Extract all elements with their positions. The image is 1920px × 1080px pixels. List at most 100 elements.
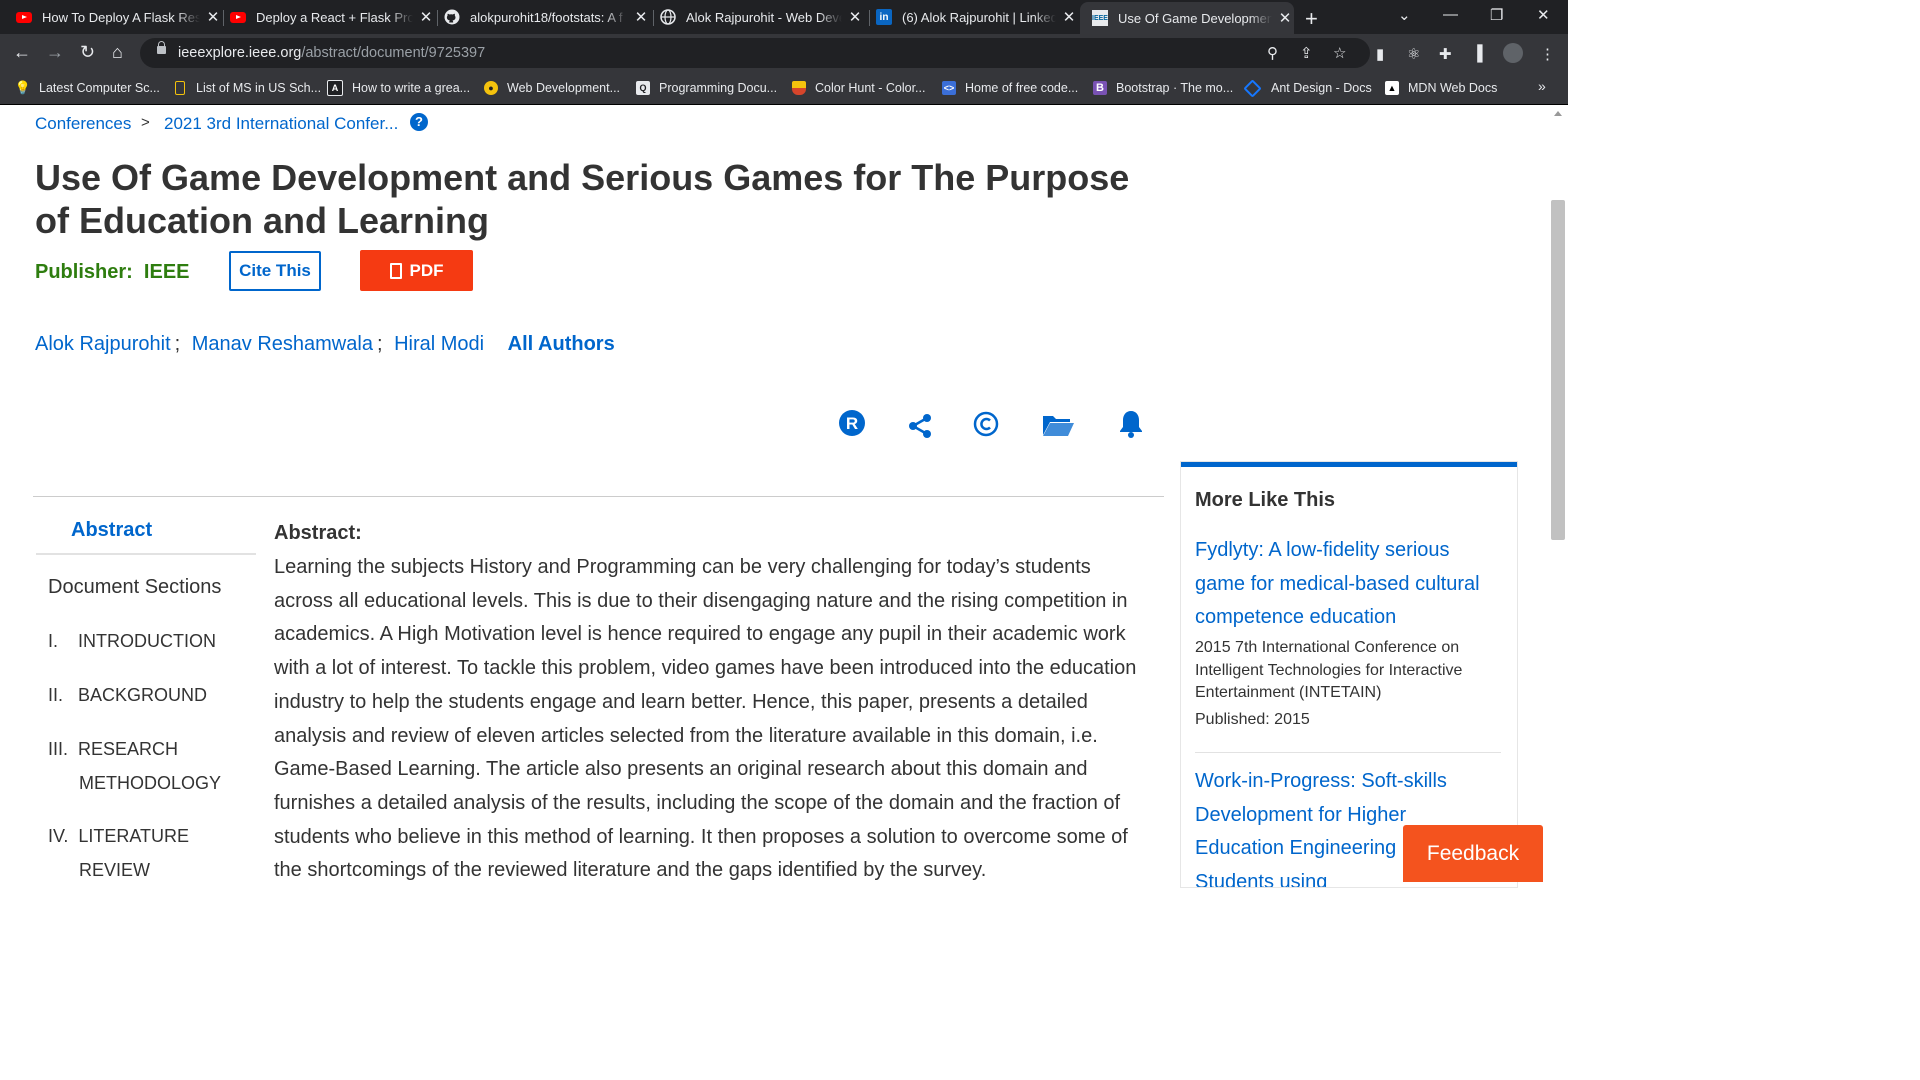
globe-icon	[660, 9, 676, 25]
scroll-up-icon[interactable]	[1554, 111, 1562, 116]
close-tab-icon[interactable]: ✕	[1060, 8, 1078, 26]
tab-search-icon[interactable]: ⌄	[1398, 6, 1411, 24]
publisher-label: Publisher:	[35, 261, 133, 283]
share-icon[interactable]	[908, 413, 932, 444]
tab-title: How To Deploy A Flask Rest	[42, 9, 200, 25]
rights-icon[interactable]: R	[838, 409, 866, 442]
bookmark-item[interactable]: Color Hunt - Color...	[792, 79, 925, 97]
sidebar-section-background[interactable]: II. BACKGROUND	[48, 678, 207, 712]
page-scrollbar[interactable]	[1548, 105, 1568, 882]
doc-icon: Q	[636, 81, 650, 95]
ieee-icon: IEEE	[1092, 10, 1108, 26]
close-tab-icon[interactable]: ✕	[632, 8, 650, 26]
circle-icon: ●	[484, 81, 498, 95]
abstract-heading: Abstract:	[274, 522, 362, 544]
related-article-link[interactable]: Fydlyty: A low-fidelity serious game for…	[1195, 534, 1490, 635]
bookmark-item[interactable]: List of MS in US Sch...	[172, 79, 321, 97]
bookmark-item[interactable]: Ant Design - Docs	[1243, 78, 1372, 98]
bookmark-item[interactable]: B Bootstrap · The mo...	[1093, 79, 1233, 97]
tab-title: Use Of Game Development	[1118, 10, 1272, 26]
extension-icon[interactable]: ▮	[1376, 45, 1384, 63]
close-window-icon[interactable]: ✕	[1537, 6, 1550, 24]
pdf-icon	[389, 262, 402, 279]
abstract-text: Learning the subjects History and Progra…	[274, 556, 1137, 882]
publisher: Publisher: IEEE	[35, 261, 190, 284]
lock-icon[interactable]	[157, 41, 166, 54]
related-article-conference: 2015 7th International Conference on Int…	[1195, 639, 1463, 702]
sidebar-section-introduction[interactable]: I. INTRODUCTION	[48, 624, 216, 658]
close-tab-icon[interactable]: ✕	[846, 8, 864, 26]
sidebar-section-literature-review[interactable]: IV. LITERATURE REVIEW	[48, 819, 189, 887]
new-tab-button[interactable]: +	[1305, 6, 1318, 32]
breadcrumb-conference-name[interactable]: 2021 3rd International Confer...	[164, 114, 398, 134]
side-panel-icon[interactable]: ▐	[1472, 45, 1483, 62]
browser-tab[interactable]: alokpurohit18/footstats: A f ✕	[442, 2, 650, 32]
browser-toolbar: ← → ↻ ⌂ ieeexplore.ieee.org/abstract/doc…	[0, 34, 1568, 72]
back-icon[interactable]: ←	[13, 42, 31, 63]
publisher-name: IEEE	[143, 261, 190, 283]
browser-tab[interactable]: How To Deploy A Flask Rest ✕	[14, 2, 222, 32]
svg-text:R: R	[846, 414, 858, 433]
sidebar-section-research-methodology[interactable]: III. RESEARCH METHODOLOGY	[48, 732, 221, 800]
youtube-icon	[16, 9, 32, 25]
a-icon: A	[327, 80, 343, 96]
url-text[interactable]: ieeexplore.ieee.org/abstract/document/97…	[178, 45, 485, 61]
browser-tab-active[interactable]: IEEE Use Of Game Development ✕	[1080, 2, 1294, 34]
palette-icon	[792, 81, 806, 95]
related-article-published: Published: 2015	[1195, 710, 1310, 728]
forward-icon[interactable]: →	[46, 42, 64, 63]
share-page-icon[interactable]: ⇪	[1300, 44, 1313, 62]
tab-strip: How To Deploy A Flask Rest ✕ Deploy a Re…	[0, 0, 1568, 34]
browser-tab[interactable]: Alok Rajpurohit - Web Deve ✕	[658, 2, 864, 32]
close-tab-icon[interactable]: ✕	[204, 8, 222, 26]
help-icon[interactable]: ?	[410, 113, 428, 131]
author-link[interactable]: Alok Rajpurohit	[35, 333, 171, 355]
tab-title: Deploy a React + Flask Proj	[256, 9, 413, 25]
restore-icon[interactable]: ❐	[1490, 6, 1503, 24]
document-title: Use Of Game Development and Serious Game…	[35, 157, 1130, 241]
youtube-icon	[230, 9, 246, 25]
bookmark-icon	[175, 81, 185, 95]
copyright-icon[interactable]	[973, 411, 999, 442]
bookmarks-overflow-icon[interactable]: »	[1538, 78, 1546, 94]
home-icon[interactable]: ⌂	[112, 42, 123, 63]
extensions-puzzle-icon[interactable]: ✚	[1439, 45, 1452, 63]
reload-icon[interactable]: ↻	[80, 42, 95, 63]
bootstrap-icon: B	[1093, 81, 1107, 95]
profile-avatar[interactable]	[1503, 43, 1523, 63]
author-link[interactable]: Hiral Modi	[394, 333, 484, 355]
menu-icon[interactable]: ⋮	[1540, 45, 1555, 63]
browser-tab[interactable]: in (6) Alok Rajpurohit | Linked ✕	[874, 2, 1078, 32]
zoom-icon[interactable]: ⚲	[1267, 44, 1278, 62]
bookmark-item[interactable]: Q Programming Docu...	[636, 79, 777, 97]
bookmark-item[interactable]: <> Home of free code...	[942, 79, 1078, 97]
bookmark-item[interactable]: 💡 Latest Computer Sc...	[15, 79, 160, 97]
all-authors-link[interactable]: All Authors	[508, 333, 615, 355]
tab-title: alokpurohit18/footstats: A f	[470, 9, 623, 25]
code-icon: <>	[942, 81, 956, 95]
sidebar-item-abstract[interactable]: Abstract	[71, 519, 152, 542]
scrollbar-thumb[interactable]	[1551, 200, 1565, 540]
alert-bell-icon[interactable]	[1117, 409, 1145, 444]
bookmark-star-icon[interactable]: ☆	[1333, 44, 1346, 62]
pdf-button[interactable]: PDF	[360, 250, 473, 291]
antdesign-icon	[1243, 78, 1262, 98]
breadcrumb-conferences[interactable]: Conferences	[35, 114, 131, 134]
author-link[interactable]: Manav Reshamwala	[192, 333, 373, 355]
close-tab-icon[interactable]: ✕	[417, 8, 435, 26]
linkedin-icon: in	[876, 9, 892, 25]
folder-icon[interactable]	[1041, 413, 1075, 442]
breadcrumb-separator: >	[141, 114, 150, 131]
browser-tab[interactable]: Deploy a React + Flask Proj ✕	[228, 2, 435, 32]
close-tab-icon[interactable]: ✕	[1276, 9, 1294, 27]
bookmarks-bar: 💡 Latest Computer Sc... List of MS in US …	[0, 72, 1568, 105]
bookmark-item[interactable]: ● Web Development...	[484, 79, 620, 97]
cite-this-button[interactable]: Cite This	[229, 251, 321, 291]
address-bar[interactable]: ieeexplore.ieee.org/abstract/document/97…	[140, 38, 1370, 68]
react-devtools-icon[interactable]: ⚛	[1407, 45, 1420, 63]
minimize-icon[interactable]: —	[1443, 6, 1458, 23]
feedback-button[interactable]: Feedback	[1403, 825, 1543, 882]
bookmark-item[interactable]: ▲ MDN Web Docs	[1385, 79, 1497, 97]
tab-title: (6) Alok Rajpurohit | Linked	[902, 9, 1056, 25]
bookmark-item[interactable]: A How to write a grea...	[327, 79, 470, 97]
